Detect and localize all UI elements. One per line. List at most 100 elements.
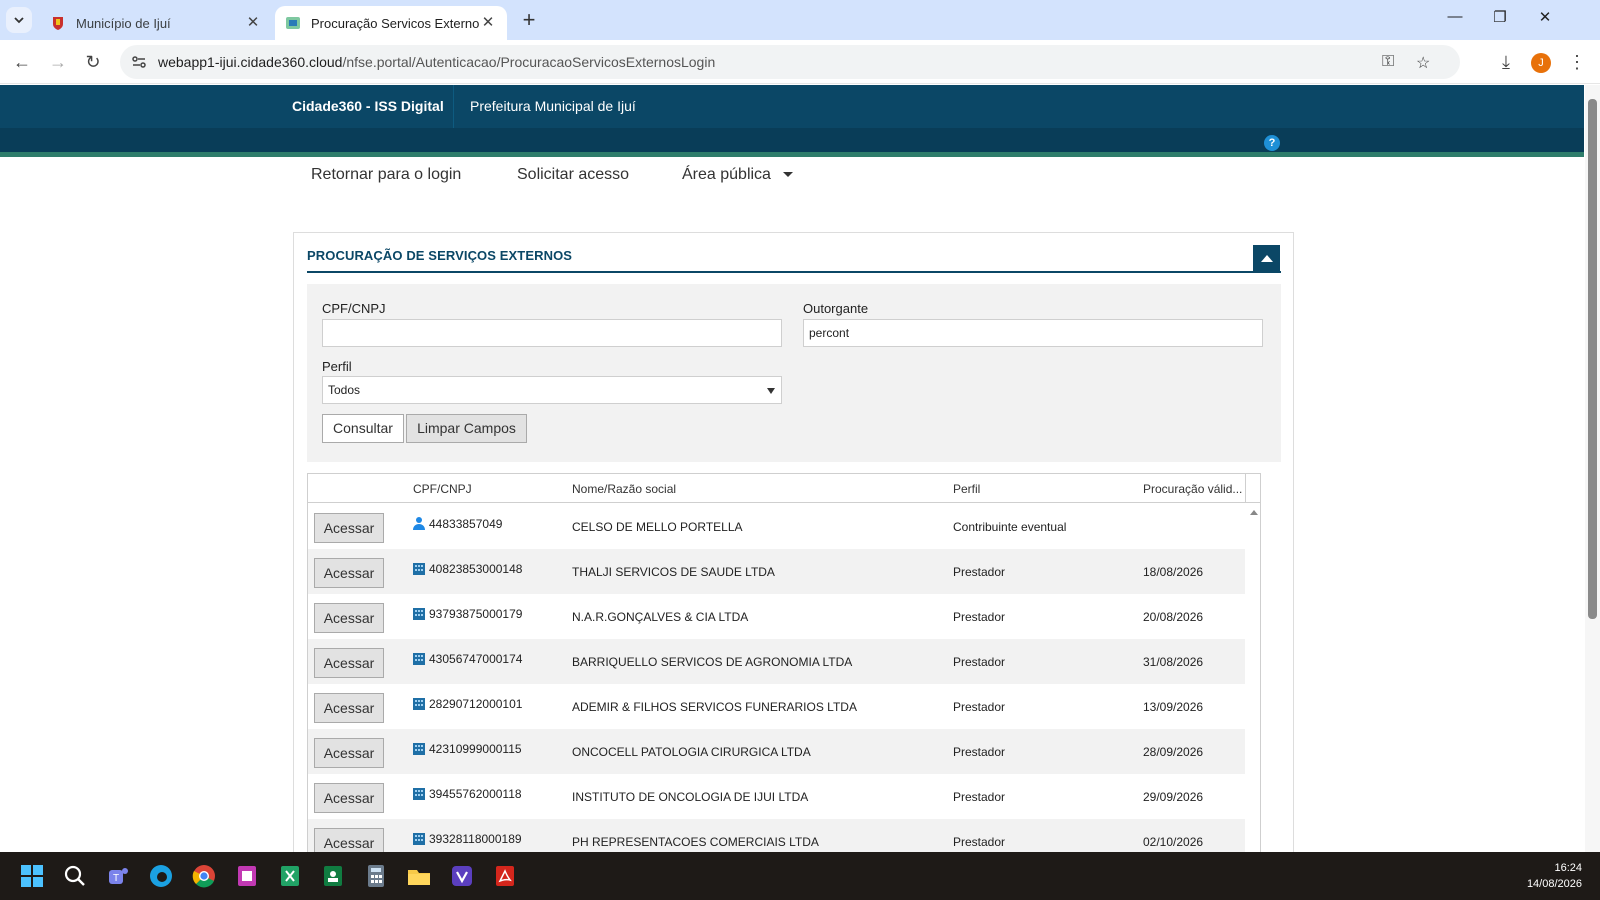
acessar-button[interactable]: Acessar <box>314 648 384 678</box>
menu-kebab-icon[interactable]: ⋮ <box>1565 50 1589 74</box>
cpf-cnpj-cell: 40823853000148 <box>429 562 523 576</box>
forward-arrow-icon[interactable]: → <box>46 50 70 74</box>
calculator-icon[interactable] <box>362 862 390 890</box>
acessar-button[interactable]: Acessar <box>314 828 384 852</box>
return-login-link[interactable]: Retornar para o login <box>311 166 461 184</box>
close-icon[interactable]: ✕ <box>479 14 497 32</box>
col-validade[interactable]: Procuração válid... <box>1143 482 1242 496</box>
perfil-cell: Prestador <box>953 745 1006 759</box>
chrome-icon[interactable] <box>190 862 218 890</box>
col-perfil[interactable]: Perfil <box>953 482 980 496</box>
edge-icon[interactable] <box>147 862 175 890</box>
restore-icon[interactable]: ❐ <box>1485 8 1515 26</box>
table-row: Acessar 39328118000189 PH REPRESENTACOES C… <box>308 819 1245 852</box>
cpf-cnpj-cell: 39455762000118 <box>429 787 522 801</box>
page-scrollbar[interactable] <box>1585 85 1600 852</box>
validade-cell: 20/08/2026 <box>1143 610 1204 624</box>
cpf-cnpj-cell: 93793875000179 <box>429 607 523 621</box>
grid-scrollbar[interactable] <box>1246 504 1261 852</box>
grid-header: CPF/CNPJ Nome/Razão social Perfil Procur… <box>308 474 1260 503</box>
perfil-label: Perfil <box>322 359 352 374</box>
brand-title[interactable]: Cidade360 - ISS Digital <box>292 98 444 114</box>
address-bar[interactable]: webapp1-ijui.cidade360.cloud/nfse.portal… <box>120 45 1460 79</box>
web-page: Cidade360 - ISS Digital Prefeitura Munic… <box>0 85 1584 852</box>
perfil-cell: Prestador <box>953 700 1006 714</box>
site-settings-icon[interactable] <box>130 53 148 71</box>
password-key-icon[interactable]: ⚿ <box>1382 53 1394 71</box>
header-divider <box>1245 474 1246 503</box>
request-access-link[interactable]: Solicitar acesso <box>517 166 629 184</box>
acrobat-icon[interactable] <box>491 862 519 890</box>
filter-form: CPF/CNPJ Outorgante Perfil Todos Consult… <box>307 284 1281 462</box>
search-icon[interactable] <box>61 862 89 890</box>
acessar-button[interactable]: Acessar <box>314 783 384 813</box>
acessar-button[interactable]: Acessar <box>314 738 384 768</box>
clock-date: 14/08/2026 <box>1526 878 1582 890</box>
minimize-icon[interactable]: — <box>1440 8 1470 25</box>
contacts-app-icon[interactable] <box>319 862 347 890</box>
onenote-icon[interactable] <box>233 862 261 890</box>
clock-time: 16:24 <box>1554 862 1582 874</box>
building-icon <box>413 743 425 755</box>
header-divider <box>453 85 454 128</box>
windows-start-icon[interactable] <box>18 862 46 890</box>
public-area-label: Área pública <box>682 166 771 183</box>
perfil-cell: Prestador <box>953 655 1006 669</box>
acessar-button[interactable]: Acessar <box>314 558 384 588</box>
procuracao-panel: PROCURAÇÃO DE SERVIÇOS EXTERNOS CPF/CNPJ… <box>293 232 1294 852</box>
collapse-panel-button[interactable] <box>1253 245 1280 272</box>
new-tab-icon[interactable]: + <box>517 9 541 33</box>
reload-icon[interactable]: ↻ <box>81 50 105 74</box>
excel-icon[interactable] <box>276 862 304 890</box>
table-row: Acessar 39455762000118 INSTITUTO DE ONCOLO… <box>308 774 1245 819</box>
col-nome[interactable]: Nome/Razão social <box>572 482 676 496</box>
validade-cell: 31/08/2026 <box>1143 655 1204 669</box>
panel-title-rule <box>307 271 1281 273</box>
nome-cell: INSTITUTO DE ONCOLOGIA DE IJUI LTDA <box>572 790 809 804</box>
table-row: Acessar 40823853000148 THALJI SERVICOS DE … <box>308 549 1245 594</box>
tab-title: Procuração Servicos Externos <box>311 15 479 31</box>
perfil-select[interactable]: Todos <box>322 376 782 404</box>
cpf-cnpj-cell: 28290712000101 <box>429 697 523 711</box>
public-area-menu[interactable]: Área pública <box>682 166 793 184</box>
system-clock[interactable]: 16:24 14/08/2026 <box>1527 860 1582 892</box>
vpn-app-icon[interactable] <box>448 862 476 890</box>
results-grid: CPF/CNPJ Nome/Razão social Perfil Procur… <box>307 473 1261 852</box>
cpf-cnpj-cell: 42310999000115 <box>429 742 522 756</box>
col-cpf-cnpj[interactable]: CPF/CNPJ <box>413 482 472 496</box>
nome-cell: BARRIQUELLO SERVICOS DE AGRONOMIA LTDA <box>572 655 853 669</box>
teams-icon[interactable]: T <box>104 862 132 890</box>
outorgante-input[interactable] <box>803 319 1263 347</box>
acessar-button[interactable]: Acessar <box>314 513 384 543</box>
nome-cell: THALJI SERVICOS DE SAUDE LTDA <box>572 565 775 579</box>
svg-text:T: T <box>113 873 119 884</box>
download-icon[interactable]: ⤓ <box>1494 50 1518 74</box>
window-close-icon[interactable]: ✕ <box>1530 8 1560 26</box>
page-scroll-thumb[interactable] <box>1588 99 1597 619</box>
cpf-cnpj-cell: 43056747000174 <box>429 652 523 666</box>
validade-cell: 13/09/2026 <box>1143 700 1204 714</box>
table-row: Acessar 28290712000101 ADEMIR & FILHOS SER… <box>308 684 1245 729</box>
tab-title: Município de Ijuí <box>76 15 171 31</box>
back-arrow-icon[interactable]: ← <box>10 50 34 74</box>
validade-cell: 18/08/2026 <box>1143 565 1204 579</box>
chevron-down-icon <box>14 17 24 24</box>
browser-tab-municipio[interactable]: Município de Ijuí ✕ <box>40 6 272 40</box>
limpar-campos-button[interactable]: Limpar Campos <box>406 414 527 443</box>
tab-search-button[interactable] <box>6 7 32 33</box>
consultar-button[interactable]: Consultar <box>322 414 404 443</box>
profile-avatar[interactable]: J <box>1531 53 1551 73</box>
close-icon[interactable]: ✕ <box>244 14 262 32</box>
cpf-input[interactable] <box>322 319 782 347</box>
acessar-button[interactable]: Acessar <box>314 603 384 633</box>
help-icon[interactable]: ? <box>1264 135 1280 151</box>
acessar-button[interactable]: Acessar <box>314 693 384 723</box>
building-icon <box>413 833 425 845</box>
browser-tab-procuracao[interactable]: Procuração Servicos Externos ✕ <box>275 6 507 40</box>
table-row: Acessar 44833857049 CELSO DE MELLO PORTELL… <box>308 504 1245 549</box>
person-icon <box>413 517 425 530</box>
prefecture-name: Prefeitura Municipal de Ijuí <box>470 98 636 114</box>
file-explorer-icon[interactable] <box>405 862 433 890</box>
bookmark-star-icon[interactable]: ☆ <box>1416 53 1430 73</box>
perfil-cell: Contribuinte eventual <box>953 520 1067 534</box>
